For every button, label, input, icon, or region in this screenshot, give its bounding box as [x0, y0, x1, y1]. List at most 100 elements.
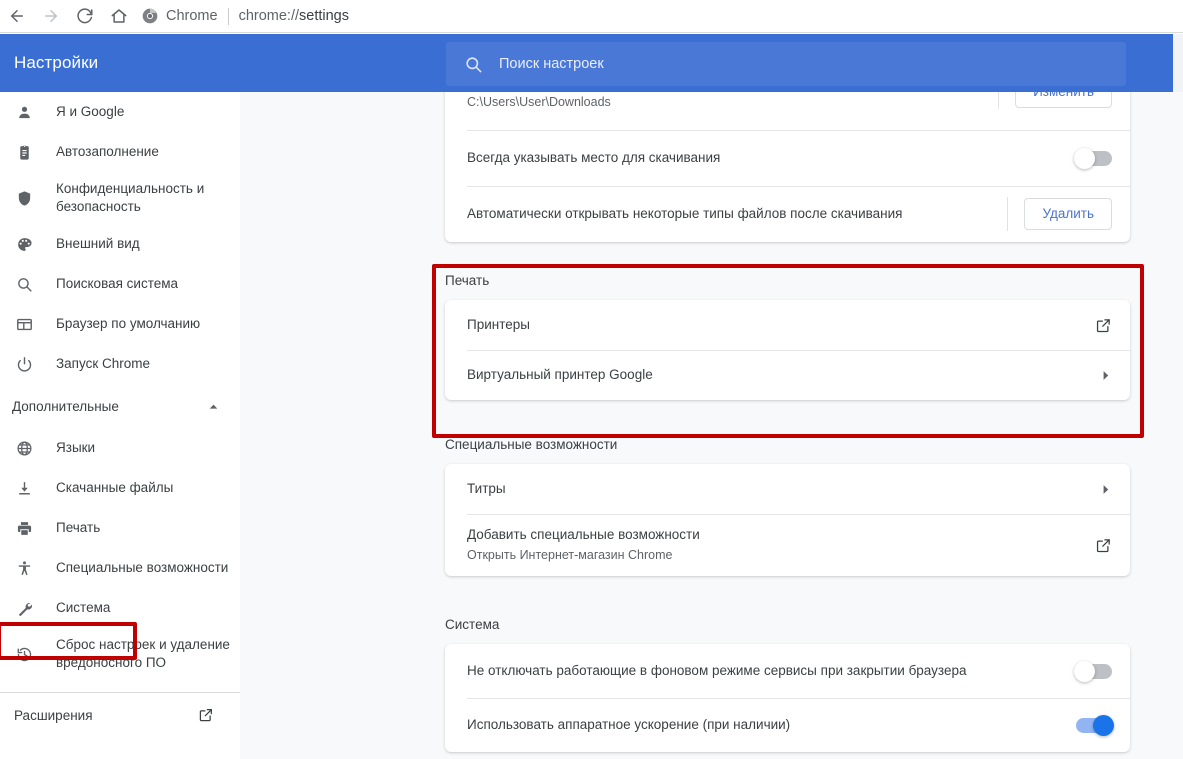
toggle-knob: [1074, 661, 1095, 682]
chevron-up-icon[interactable]: [207, 400, 220, 413]
row-label: Добавить специальные возможности: [467, 525, 1095, 545]
sidebar-item-label: Скачанные файлы: [56, 479, 173, 497]
reload-icon: [76, 7, 94, 25]
back-arrow-icon: [8, 7, 26, 25]
download-icon: [14, 480, 34, 497]
accessibility-icon: [14, 560, 34, 577]
sidebar-item-print[interactable]: Печать: [0, 508, 240, 548]
external-link-icon[interactable]: [1095, 317, 1112, 334]
sidebar-item-label: Браузер по умолчанию: [56, 315, 200, 333]
sidebar-item-label: Поисковая система: [56, 275, 178, 293]
sidebar-item-system[interactable]: Система: [0, 588, 240, 628]
url-text: chrome://settings: [239, 8, 349, 24]
background-apps-toggle[interactable]: [1076, 664, 1112, 679]
row-action: Изменить: [998, 92, 1112, 109]
row-action: Удалить: [1007, 197, 1112, 231]
address-bar[interactable]: Chrome chrome://settings: [142, 3, 349, 29]
captions-row[interactable]: Титры: [445, 464, 1130, 514]
sidebar-item-appearance[interactable]: Внешний вид: [0, 224, 240, 264]
downloads-card: Папка C:\Users\User\Downloads Изменить В…: [445, 92, 1130, 242]
settings-content: Папка C:\Users\User\Downloads Изменить В…: [240, 92, 1183, 759]
row-text: Папка C:\Users\User\Downloads: [467, 92, 998, 112]
reload-button[interactable]: [68, 0, 102, 33]
home-button[interactable]: [102, 0, 136, 33]
row-label: Принтеры: [467, 315, 1095, 335]
shield-icon: [14, 190, 34, 207]
back-button[interactable]: [0, 0, 34, 33]
chrome-logo-icon: [142, 8, 158, 24]
page-body: Я и Google Автозаполнение Конфиденциальн…: [0, 92, 1183, 759]
sidebar-item-extensions[interactable]: Расширения: [0, 693, 240, 737]
downloads-folder-row[interactable]: Папка C:\Users\User\Downloads Изменить: [445, 92, 1130, 130]
sidebar-group-advanced[interactable]: Дополнительные: [0, 384, 240, 428]
clipboard-icon: [14, 144, 34, 161]
ask-where-to-save-toggle[interactable]: [1076, 151, 1112, 166]
row-label: Виртуальный принтер Google: [467, 365, 1099, 385]
google-cloud-print-row[interactable]: Виртуальный принтер Google: [445, 350, 1130, 400]
system-card: Не отключать работающие в фоновом режиме…: [445, 644, 1130, 752]
chevron-right-icon[interactable]: [1099, 483, 1112, 496]
auto-open-files-row[interactable]: Автоматически открывать некоторые типы ф…: [445, 186, 1130, 242]
search-icon: [464, 55, 483, 74]
external-link-icon[interactable]: [1095, 537, 1112, 554]
row-label: Использовать аппаратное ускорение (при н…: [467, 715, 1076, 735]
chevron-right-icon[interactable]: [1099, 369, 1112, 382]
site-label: Chrome: [166, 8, 218, 24]
omnibox-divider: [228, 8, 229, 25]
sidebar-item-search-engine[interactable]: Поисковая система: [0, 264, 240, 304]
sidebar-item-label: Конфиденциальность и безопасность: [56, 180, 240, 216]
printers-row[interactable]: Принтеры: [445, 300, 1130, 350]
printer-icon: [14, 520, 34, 537]
row-text: Добавить специальные возможности Открыть…: [467, 525, 1095, 565]
sidebar-item-label: Специальные возможности: [56, 559, 228, 577]
toggle-knob: [1074, 148, 1095, 169]
browser-window-icon: [14, 316, 34, 333]
sidebar-item-you-and-google[interactable]: Я и Google: [0, 92, 240, 132]
background-apps-row[interactable]: Не отключать работающие в фоновом режиме…: [445, 644, 1130, 698]
search-icon: [14, 276, 34, 293]
sidebar-item-label: Я и Google: [56, 103, 124, 121]
url-scheme: chrome://: [239, 8, 299, 24]
power-icon: [14, 356, 34, 373]
header-right-edge: [1173, 34, 1183, 92]
sidebar-item-default-browser[interactable]: Браузер по умолчанию: [0, 304, 240, 344]
accessibility-card: Титры Добавить специальные возможности О…: [445, 464, 1130, 576]
palette-icon: [14, 236, 34, 253]
change-folder-button[interactable]: Изменить: [1015, 92, 1112, 108]
row-label: Не отключать работающие в фоновом режиме…: [467, 661, 1076, 681]
url-path: settings: [299, 8, 349, 24]
row-label: Всегда указывать место для скачивания: [467, 148, 1076, 168]
sidebar-item-accessibility[interactable]: Специальные возможности: [0, 548, 240, 588]
row-sublabel: Открыть Интернет-магазин Chrome: [467, 546, 1095, 565]
sidebar-item-label: Сброс настроек и удаление вредоносного П…: [56, 636, 240, 672]
sidebar-item-label: Автозаполнение: [56, 143, 159, 161]
sidebar-item-downloads[interactable]: Печать Скачанные файлы: [0, 468, 240, 508]
row-text: Автоматически открывать некоторые типы ф…: [467, 204, 1007, 224]
print-card: Принтеры Виртуальный принтер Google: [445, 300, 1130, 400]
sidebar-item-reset-cleanup[interactable]: Сброс настроек и удаление вредоносного П…: [0, 628, 240, 680]
sidebar-item-chrome-startup[interactable]: Запуск Chrome: [0, 344, 240, 384]
search-input[interactable]: Поиск настроек: [446, 42, 1126, 86]
row-label: Автоматически открывать некоторые типы ф…: [467, 204, 1007, 224]
sidebar-item-label: Система: [56, 599, 110, 617]
sidebar-item-label: Внешний вид: [56, 235, 140, 253]
row-text: Использовать аппаратное ускорение (при н…: [467, 715, 1076, 735]
add-accessibility-features-row[interactable]: Добавить специальные возможности Открыть…: [445, 514, 1130, 576]
sidebar-item-privacy-security[interactable]: Конфиденциальность и безопасность: [0, 172, 240, 224]
sidebar-item-autofill[interactable]: Автозаполнение: [0, 132, 240, 172]
hardware-acceleration-row[interactable]: Использовать аппаратное ускорение (при н…: [445, 698, 1130, 752]
sidebar-item-label: Языки: [56, 439, 95, 457]
row-text: Виртуальный принтер Google: [467, 365, 1099, 385]
forward-button[interactable]: [34, 0, 68, 33]
toggle-knob: [1093, 715, 1114, 736]
sidebar-group-label: Дополнительные: [12, 399, 207, 414]
row-text: Всегда указывать место для скачивания: [467, 148, 1076, 168]
sidebar-item-languages[interactable]: Языки: [0, 428, 240, 468]
ask-where-to-save-row[interactable]: Всегда указывать место для скачивания: [445, 130, 1130, 186]
hardware-acceleration-toggle[interactable]: [1076, 718, 1112, 733]
globe-icon: [14, 440, 34, 457]
accessibility-section-title: Специальные возможности: [445, 437, 617, 452]
sidebar-item-label: Расширения: [14, 708, 198, 723]
clear-auto-open-button[interactable]: Удалить: [1024, 198, 1112, 231]
page-title: Настройки: [14, 53, 98, 73]
